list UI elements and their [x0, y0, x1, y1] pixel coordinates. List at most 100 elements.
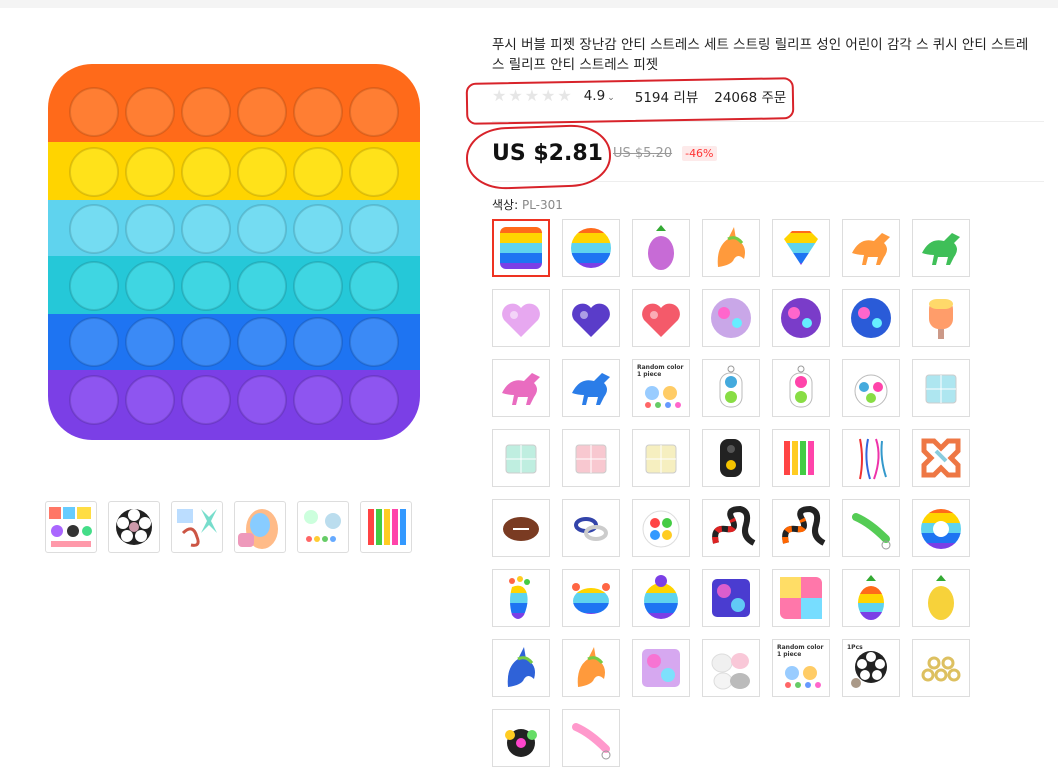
color-swatch-flower-spinner[interactable]: 1Pcs: [842, 639, 900, 697]
swatch-image: [502, 373, 540, 405]
swatch-image: [928, 575, 954, 620]
swatch-image: [509, 576, 530, 619]
color-swatch-tangle-orange[interactable]: [772, 499, 830, 557]
color-swatch-random-color-1[interactable]: Random color 1 piece: [632, 359, 690, 417]
color-swatch-dinosaur-blue[interactable]: [562, 359, 620, 417]
swatch-image: [921, 509, 961, 549]
color-swatch-square-pastel[interactable]: [772, 569, 830, 627]
swatch-image: [644, 575, 678, 619]
color-swatch-tangle-red[interactable]: [702, 499, 760, 557]
color-swatch-heart-galaxy[interactable]: [562, 289, 620, 347]
color-swatch-unicorn-galaxy[interactable]: [492, 639, 550, 697]
swatch-image: [921, 656, 961, 682]
color-swatch-bike-chain[interactable]: [562, 499, 620, 557]
color-swatch-popsicle[interactable]: [912, 289, 970, 347]
color-swatch-cross-link[interactable]: [912, 429, 970, 487]
thumbnail-5[interactable]: [297, 501, 349, 553]
thumbnail-3[interactable]: [171, 501, 223, 553]
color-swatch-dinosaur-green[interactable]: [912, 219, 970, 277]
swatch-image: [858, 575, 884, 620]
color-swatch-random-color-2[interactable]: Random color 1 piece: [772, 639, 830, 697]
main-product-image[interactable]: [48, 64, 420, 440]
thumbnail-2[interactable]: [108, 501, 160, 553]
swatch-image: [507, 647, 535, 687]
swatch-image: [572, 723, 611, 760]
swatch-image: [502, 303, 540, 337]
color-swatch-infinity-cube-blue[interactable]: [912, 359, 970, 417]
color-swatch-rainbow-circle[interactable]: [562, 219, 620, 277]
color-selected-value: PL-301: [521, 198, 563, 212]
annotation-circle-price: [464, 123, 613, 191]
color-swatch-crab-rainbow[interactable]: [562, 569, 620, 627]
swatch-image: [925, 374, 957, 404]
thumbnail-1[interactable]: [45, 501, 97, 553]
color-swatch-unicorn-rainbow[interactable]: [702, 219, 760, 277]
swatch-image: [505, 444, 537, 474]
color-swatch-circle-galaxy[interactable]: [772, 289, 830, 347]
color-swatch-square-tie-dye[interactable]: [632, 639, 690, 697]
swatch-image: [571, 228, 611, 268]
color-swatch-stretch-strings[interactable]: [842, 429, 900, 487]
swatch-image: [575, 444, 607, 474]
color-swatch-heart-tie-dye[interactable]: [632, 289, 690, 347]
color-swatch-circle-blue-galaxy[interactable]: [842, 289, 900, 347]
swatch-image: [642, 510, 680, 548]
color-swatch-pineapple-yellow[interactable]: [912, 569, 970, 627]
swatch-image: [780, 577, 822, 619]
swatch-image: [574, 517, 608, 541]
swatch-caption: Random color 1 piece: [777, 644, 824, 658]
swatch-image: [648, 225, 674, 270]
color-swatch-rainbow-ring[interactable]: [912, 499, 970, 557]
swatch-image: [921, 438, 961, 478]
color-swatch-rings-set[interactable]: [912, 639, 970, 697]
color-swatch-ladybug-rainbow[interactable]: [632, 569, 690, 627]
original-price: US $5.20: [612, 146, 673, 161]
thumbnail-4[interactable]: [234, 501, 286, 553]
swatch-image: [854, 374, 888, 408]
color-swatch-squishy-cats[interactable]: [702, 639, 760, 697]
color-swatch-diamond-rainbow[interactable]: [772, 219, 830, 277]
swatch-image: [719, 365, 743, 408]
swatch-image: [712, 579, 750, 617]
color-swatch-simple-dimple-2b[interactable]: [772, 359, 830, 417]
swatch-image: [500, 227, 542, 269]
color-swatch-fidget-pad[interactable]: [702, 429, 760, 487]
color-swatch-marble-mesh[interactable]: [772, 429, 830, 487]
color-swatch-rainbow-ball[interactable]: [632, 499, 690, 557]
swatch-image: [645, 444, 677, 474]
swatch-image: [852, 233, 890, 265]
color-swatch-squishy-football[interactable]: [492, 499, 550, 557]
color-swatch-infinity-cube-mint[interactable]: [492, 429, 550, 487]
color-swatch-heart-pastel[interactable]: [492, 289, 550, 347]
color-swatch-rainbow-square[interactable]: [492, 219, 550, 277]
color-swatch-infinity-cube-pink[interactable]: [562, 429, 620, 487]
color-swatch-keychain-pastel[interactable]: [562, 709, 620, 767]
color-swatch-infinity-cube-yellow[interactable]: [632, 429, 690, 487]
top-bar: [0, 0, 1058, 8]
swatch-image: [577, 647, 605, 687]
swatch-image: [572, 373, 610, 405]
color-swatch-spinner-dark[interactable]: [492, 709, 550, 767]
color-swatch-pineapple-tie-dye[interactable]: [632, 219, 690, 277]
swatch-image: [717, 227, 745, 267]
swatch-image: [642, 649, 680, 687]
swatch-image: [781, 298, 821, 338]
swatch-image: [852, 513, 891, 550]
color-swatch-unicorn-rainbow-2[interactable]: [562, 639, 620, 697]
color-swatch-dinosaur-rainbow[interactable]: [842, 219, 900, 277]
annotation-circle-rating: [465, 77, 795, 125]
product-title: 푸시 버블 피젯 장난감 안티 스트레스 세트 스트링 릴리프 성인 어린이 감…: [492, 37, 1029, 73]
thumbnail-6[interactable]: [360, 501, 412, 553]
color-swatch-pineapple-rainbow[interactable]: [842, 569, 900, 627]
color-swatch-circle-pastel[interactable]: [702, 289, 760, 347]
color-swatch-dinosaur-tie-dye[interactable]: [492, 359, 550, 417]
color-swatch-simple-dimple-2[interactable]: [702, 359, 760, 417]
color-swatch-square-galaxy[interactable]: [702, 569, 760, 627]
swatch-image: [929, 299, 953, 339]
swatch-image: [505, 729, 537, 757]
color-swatch-simple-dimple-3[interactable]: [842, 359, 900, 417]
color-swatch-foot-rainbow[interactable]: [492, 569, 550, 627]
swatch-image: [859, 438, 887, 480]
color-swatch-keychain-green[interactable]: [842, 499, 900, 557]
swatch-image: [711, 298, 751, 338]
